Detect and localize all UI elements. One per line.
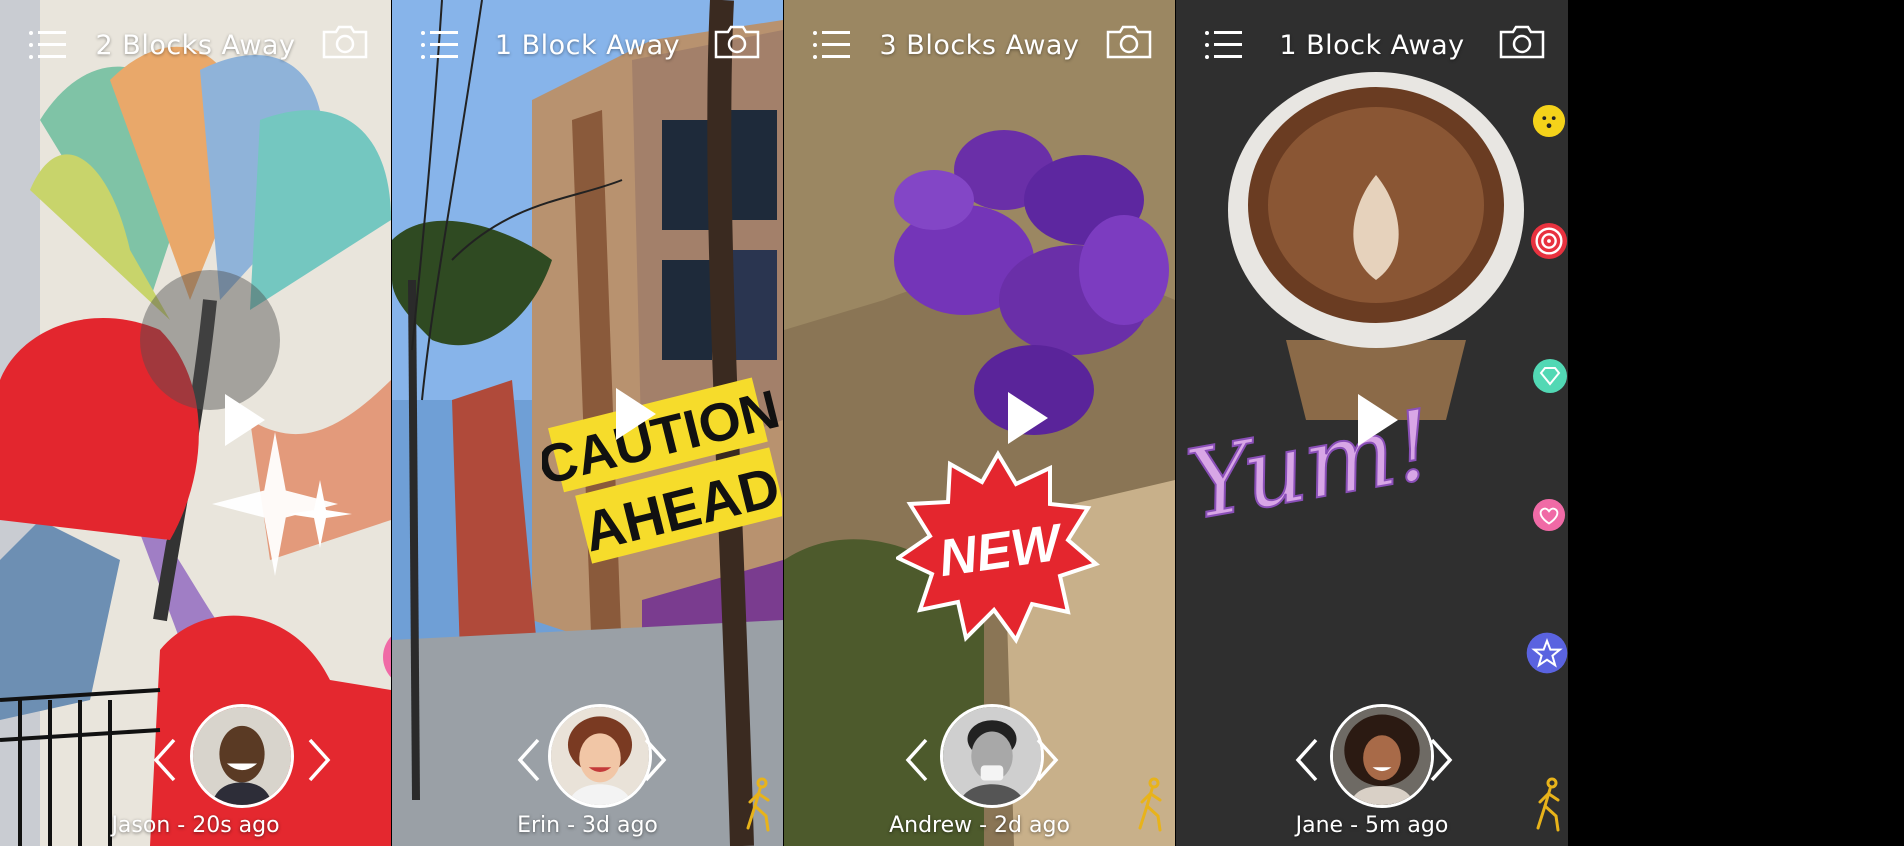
author-caption: Jason - 20s ago (111, 813, 280, 838)
play-icon[interactable] (990, 382, 1062, 454)
heart-icon[interactable] (382, 626, 391, 688)
screens-strip: 2 Blocks Away Jason - 20s ago 1 Block Aw… (0, 0, 1904, 846)
chevron-left-icon[interactable] (1292, 736, 1320, 784)
new-burst-sticker: NEW (896, 450, 1100, 644)
camera-icon[interactable] (321, 24, 369, 60)
avatar[interactable] (190, 704, 294, 808)
chevron-left-icon[interactable] (150, 736, 178, 784)
screen-4: 1 Block Away Yum! Jane - 5m ago (1176, 0, 1904, 846)
chevron-right-icon[interactable] (1034, 736, 1062, 784)
avatar[interactable] (1330, 704, 1434, 808)
star-icon[interactable] (1526, 624, 1568, 682)
camera-icon[interactable] (1105, 24, 1153, 60)
camera-icon[interactable] (1498, 24, 1546, 60)
diamond-icon[interactable] (1532, 358, 1568, 394)
chevron-right-icon[interactable] (642, 736, 670, 784)
chevron-left-icon[interactable] (902, 736, 930, 784)
mural-photo (0, 0, 391, 846)
chevron-right-icon[interactable] (306, 736, 334, 784)
screen-2: 1 Block Away CAUTION AHEAD Erin - 3d ago (392, 0, 783, 846)
heart-icon[interactable] (1532, 498, 1566, 532)
walking-person-icon[interactable] (1528, 776, 1568, 832)
camera-icon[interactable] (713, 24, 761, 60)
walking-person-icon[interactable] (738, 776, 778, 832)
play-icon[interactable] (598, 378, 670, 450)
walking-person-icon[interactable] (1130, 776, 1170, 832)
target-icon[interactable] (1530, 222, 1568, 260)
play-icon[interactable] (207, 384, 279, 456)
author-caption: Jane - 5m ago (1295, 813, 1449, 838)
play-icon[interactable] (1340, 384, 1412, 456)
avatar[interactable] (940, 704, 1044, 808)
chevron-right-icon[interactable] (1428, 736, 1456, 784)
screen-1: 2 Blocks Away Jason - 20s ago (0, 0, 391, 846)
screen-3: 3 Blocks Away NEW Andrew - 2d ago (784, 0, 1175, 846)
author-caption: Erin - 3d ago (517, 813, 658, 838)
face-icon[interactable] (1532, 104, 1566, 138)
author-caption: Andrew - 2d ago (889, 813, 1070, 838)
chevron-left-icon[interactable] (514, 736, 542, 784)
avatar[interactable] (548, 704, 652, 808)
